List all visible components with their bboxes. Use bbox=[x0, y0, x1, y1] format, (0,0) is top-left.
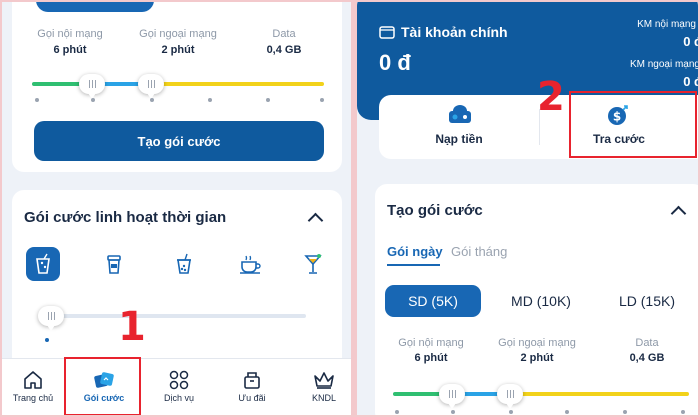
plan-sd-button[interactable]: SD (5K) bbox=[385, 285, 481, 317]
plan-builder-card: Gọi nội mạng 6 phút Gọi ngoại mạng 2 phú… bbox=[12, 2, 342, 172]
time-slider-track bbox=[42, 314, 306, 318]
km-internal-label: KM nội mạng bbox=[637, 19, 696, 30]
juice-cup-icon[interactable] bbox=[26, 247, 60, 281]
stat-value: 6 phút bbox=[53, 44, 87, 56]
gift-basket-icon bbox=[244, 372, 260, 389]
slider-thumb[interactable] bbox=[138, 74, 164, 99]
tab-daily[interactable]: Gói ngày bbox=[387, 244, 443, 259]
stat-value: 0,4 GB bbox=[266, 44, 302, 56]
km-external-value: 0 đ bbox=[683, 74, 698, 89]
hot-drink-icon[interactable] bbox=[234, 247, 268, 281]
step-number: 1 bbox=[118, 304, 146, 350]
nav-item-offers[interactable]: Ưu đãi bbox=[222, 370, 282, 414]
nav-item-services[interactable]: Dịch vụ bbox=[149, 370, 209, 414]
slider-tick bbox=[509, 410, 513, 414]
stat-label: Gọi ngoại mạng bbox=[139, 28, 217, 40]
wallet-small-icon bbox=[379, 26, 395, 39]
coffee-cup-icon[interactable] bbox=[97, 247, 131, 281]
tab-monthly[interactable]: Gói tháng bbox=[451, 244, 507, 259]
topup-label: Nạp tiền bbox=[435, 132, 483, 146]
create-plan-title: Tạo gói cước bbox=[387, 202, 483, 219]
topup-button[interactable]: Nạp tiền bbox=[379, 95, 539, 159]
stat-label: Data bbox=[272, 28, 296, 40]
account-balance: 0 đ bbox=[379, 50, 411, 75]
slider-tick bbox=[266, 98, 270, 102]
selected-plan-chip[interactable] bbox=[36, 2, 154, 12]
slider-tick bbox=[681, 410, 685, 414]
stat-value: 2 phút bbox=[520, 352, 554, 364]
slider-thumb[interactable] bbox=[439, 384, 465, 409]
slider-tick bbox=[45, 338, 49, 342]
stat-value: 2 phút bbox=[161, 44, 195, 56]
km-external-label: KM ngoại mạng bbox=[629, 59, 698, 70]
stat-label: Gọi nội mạng bbox=[398, 337, 464, 349]
create-plan-card: Tạo gói cước Gói ngày Gói tháng SD (5K) … bbox=[375, 184, 698, 415]
slider-thumb[interactable] bbox=[79, 74, 105, 99]
collapse-chevron-icon[interactable] bbox=[307, 212, 324, 229]
nav-item-label: Dịch vụ bbox=[163, 393, 194, 403]
plan-ld-button[interactable]: LD (15K) bbox=[599, 285, 695, 317]
right-screen: Tài khoản chính 0 đ KM nội mạng 0 đ KM n… bbox=[357, 2, 698, 415]
slider-track-yellow bbox=[511, 392, 689, 396]
slider-tick bbox=[451, 410, 455, 414]
bubble-tea-icon[interactable] bbox=[167, 247, 201, 281]
step-number: 2 bbox=[537, 74, 565, 120]
slider-tick bbox=[395, 410, 399, 414]
stat-label: Gọi ngoại mạng bbox=[498, 337, 576, 349]
nav-item-home[interactable]: Trang chủ bbox=[3, 370, 63, 414]
slider-tick bbox=[150, 98, 154, 102]
cocktail-icon[interactable] bbox=[296, 247, 330, 281]
nav-item-label: Ưu đãi bbox=[238, 393, 266, 403]
slider-thumb[interactable] bbox=[497, 384, 523, 409]
nav-item-label: KNDL bbox=[311, 393, 336, 403]
home-icon bbox=[24, 371, 42, 389]
time-slider-thumb[interactable] bbox=[38, 306, 64, 331]
plan-md-button[interactable]: MD (10K) bbox=[493, 285, 589, 317]
grid-icon bbox=[169, 370, 189, 390]
km-internal-value: 0 đ bbox=[683, 34, 698, 49]
slider-tick bbox=[91, 98, 95, 102]
slider-track-yellow bbox=[152, 82, 324, 86]
highlight-box bbox=[569, 91, 697, 158]
nav-item-kndl[interactable]: KNDL bbox=[294, 370, 351, 414]
nav-item-label: Trang chủ bbox=[12, 393, 54, 403]
create-plan-button[interactable]: Tạo gói cước bbox=[34, 121, 324, 161]
wallet-icon bbox=[449, 105, 471, 123]
slider-tick bbox=[565, 410, 569, 414]
account-title: Tài khoản chính bbox=[401, 24, 508, 40]
slider-tick bbox=[320, 98, 324, 102]
stat-label: Gọi nội mạng bbox=[37, 28, 103, 40]
slider-tick bbox=[208, 98, 212, 102]
tab-underline bbox=[387, 264, 440, 266]
stat-value: 0,4 GB bbox=[629, 352, 665, 364]
crown-icon bbox=[314, 372, 334, 389]
collapse-chevron-icon[interactable] bbox=[670, 205, 687, 222]
slider-tick bbox=[35, 98, 39, 102]
highlight-box bbox=[64, 357, 141, 415]
flex-plan-title: Gói cước linh hoạt thời gian bbox=[24, 209, 227, 226]
stat-label: Data bbox=[635, 337, 659, 349]
left-screen: Gọi nội mạng 6 phút Gọi ngoại mạng 2 phú… bbox=[2, 2, 351, 415]
slider-tick bbox=[623, 410, 627, 414]
stat-value: 6 phút bbox=[414, 352, 448, 364]
